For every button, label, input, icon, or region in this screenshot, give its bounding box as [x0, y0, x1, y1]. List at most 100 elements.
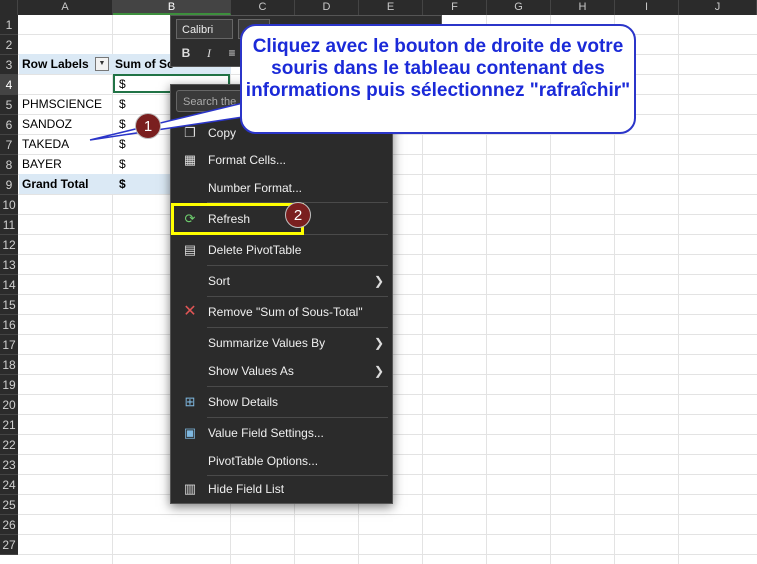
- menu-item-summarize-values-by[interactable]: Summarize Values By ❯: [171, 330, 392, 356]
- pivot-row-label[interactable]: SANDOZ: [22, 114, 72, 134]
- show-details-icon: ⊞: [184, 394, 196, 409]
- row-header[interactable]: 26: [0, 515, 18, 535]
- row-header[interactable]: 11: [0, 215, 18, 235]
- menu-item-label: Format Cells...: [208, 153, 287, 167]
- menu-item-label: Show Details: [208, 395, 279, 409]
- remove-x-icon: ✕: [183, 303, 197, 320]
- row-header[interactable]: 17: [0, 335, 18, 355]
- column-header-j[interactable]: J: [679, 0, 757, 15]
- menu-item-hide-field-list[interactable]: ▥ Hide Field List: [171, 476, 392, 502]
- menu-item-label: Remove "Sum of Sous-Total": [208, 305, 363, 319]
- step-badge-2: 2: [285, 202, 311, 228]
- menu-item-value-field-settings[interactable]: ▣ Value Field Settings...: [171, 420, 392, 446]
- menu-item-label: PivotTable Options...: [208, 454, 319, 468]
- font-name-box[interactable]: Calibri: [176, 19, 233, 39]
- refresh-highlight-box: [171, 203, 304, 235]
- bold-button[interactable]: B: [176, 43, 196, 63]
- value-field-settings-icon: ▣: [183, 425, 197, 440]
- select-all-corner[interactable]: [0, 0, 18, 15]
- delete-pivot-icon: ▤: [183, 242, 197, 257]
- menu-item-label: Hide Field List: [208, 482, 285, 496]
- row-header[interactable]: 12: [0, 235, 18, 255]
- gridline-horizontal: [18, 534, 757, 535]
- gridline-vertical: [678, 15, 679, 564]
- menu-separator: [207, 386, 388, 387]
- field-list-icon: ▥: [183, 481, 197, 496]
- gridline-vertical: [112, 15, 113, 564]
- pivot-row-value[interactable]: $: [119, 94, 126, 114]
- italic-button[interactable]: I: [199, 43, 219, 63]
- row-header[interactable]: 1: [0, 15, 18, 35]
- row-header[interactable]: 19: [0, 375, 18, 395]
- pivot-row-value[interactable]: $: [119, 154, 126, 174]
- row-header[interactable]: 13: [0, 255, 18, 275]
- column-header-h[interactable]: H: [551, 0, 615, 15]
- column-header-e[interactable]: E: [359, 0, 423, 15]
- menu-item-label: Summarize Values By: [208, 336, 326, 350]
- row-header[interactable]: 16: [0, 315, 18, 335]
- copy-icon: ❐: [184, 125, 196, 140]
- step-badge-1: 1: [135, 113, 161, 139]
- column-header-b[interactable]: B: [113, 0, 231, 15]
- chevron-right-icon: ❯: [373, 364, 384, 378]
- pivot-row-value[interactable]: $: [119, 114, 126, 134]
- menu-separator: [207, 417, 388, 418]
- row-header[interactable]: 15: [0, 295, 18, 315]
- menu-item-pivottable-options[interactable]: PivotTable Options...: [171, 448, 392, 474]
- row-header[interactable]: 4: [0, 75, 18, 95]
- context-menu: Search the ❐ Copy ▦ Format Cells... Numb…: [170, 84, 393, 504]
- menu-item-label: Value Field Settings...: [208, 426, 324, 440]
- menu-separator: [207, 265, 388, 266]
- row-header[interactable]: 23: [0, 455, 18, 475]
- row-header[interactable]: 7: [0, 135, 18, 155]
- menu-separator: [207, 296, 388, 297]
- row-header[interactable]: 22: [0, 435, 18, 455]
- row-header[interactable]: 9: [0, 175, 18, 195]
- chevron-right-icon: ❯: [373, 336, 384, 350]
- row-header[interactable]: 6: [0, 115, 18, 135]
- row-header[interactable]: 10: [0, 195, 18, 215]
- column-header-g[interactable]: G: [487, 0, 551, 15]
- gridline-horizontal: [18, 514, 757, 515]
- pivot-row-label[interactable]: TAKEDA: [22, 134, 69, 154]
- menu-item-label: Delete PivotTable: [208, 243, 302, 257]
- column-header-f[interactable]: F: [423, 0, 487, 15]
- pivot-row-label[interactable]: PHMSCIENCE: [22, 94, 102, 114]
- menu-item-delete-pivottable[interactable]: ▤ Delete PivotTable: [171, 237, 392, 263]
- row-header[interactable]: 8: [0, 155, 18, 175]
- menu-item-remove-field[interactable]: ✕ Remove "Sum of Sous-Total": [171, 299, 392, 325]
- row-header[interactable]: 20: [0, 395, 18, 415]
- menu-separator: [207, 327, 388, 328]
- align-button[interactable]: ≡: [222, 43, 242, 63]
- menu-search-box[interactable]: Search the: [176, 90, 246, 112]
- row-header[interactable]: 18: [0, 355, 18, 375]
- column-header-d[interactable]: D: [295, 0, 359, 15]
- row-header[interactable]: 27: [0, 535, 18, 555]
- gridline-horizontal: [18, 554, 757, 555]
- row-header[interactable]: 5: [0, 95, 18, 115]
- column-header-i[interactable]: I: [615, 0, 679, 15]
- row-header[interactable]: 25: [0, 495, 18, 515]
- row-header[interactable]: 24: [0, 475, 18, 495]
- pivot-grand-total-label[interactable]: Grand Total: [19, 174, 113, 194]
- menu-item-format-cells[interactable]: ▦ Format Cells...: [171, 147, 392, 173]
- row-header[interactable]: 21: [0, 415, 18, 435]
- menu-item-number-format[interactable]: Number Format...: [171, 175, 392, 201]
- filter-dropdown-icon[interactable]: ▼: [95, 57, 109, 71]
- menu-item-sort[interactable]: Sort ❯: [171, 268, 392, 294]
- row-header[interactable]: 2: [0, 35, 18, 55]
- menu-item-label: Copy: [208, 126, 237, 140]
- chevron-right-icon: ❯: [373, 274, 384, 288]
- instruction-callout: Cliquez avec le bouton de droite de votr…: [240, 24, 636, 134]
- pivot-row-value[interactable]: $: [119, 134, 126, 154]
- menu-item-show-details[interactable]: ⊞ Show Details: [171, 389, 392, 415]
- row-header[interactable]: 3: [0, 55, 18, 75]
- column-header-c[interactable]: C: [231, 0, 295, 15]
- row-header[interactable]: 14: [0, 275, 18, 295]
- format-cells-icon: ▦: [183, 152, 197, 167]
- pivot-row-label[interactable]: BAYER: [22, 154, 62, 174]
- column-header-a[interactable]: A: [18, 0, 113, 15]
- menu-item-show-values-as[interactable]: Show Values As ❯: [171, 358, 392, 384]
- menu-item-label: Sort: [208, 274, 231, 288]
- menu-item-label: Number Format...: [208, 181, 303, 195]
